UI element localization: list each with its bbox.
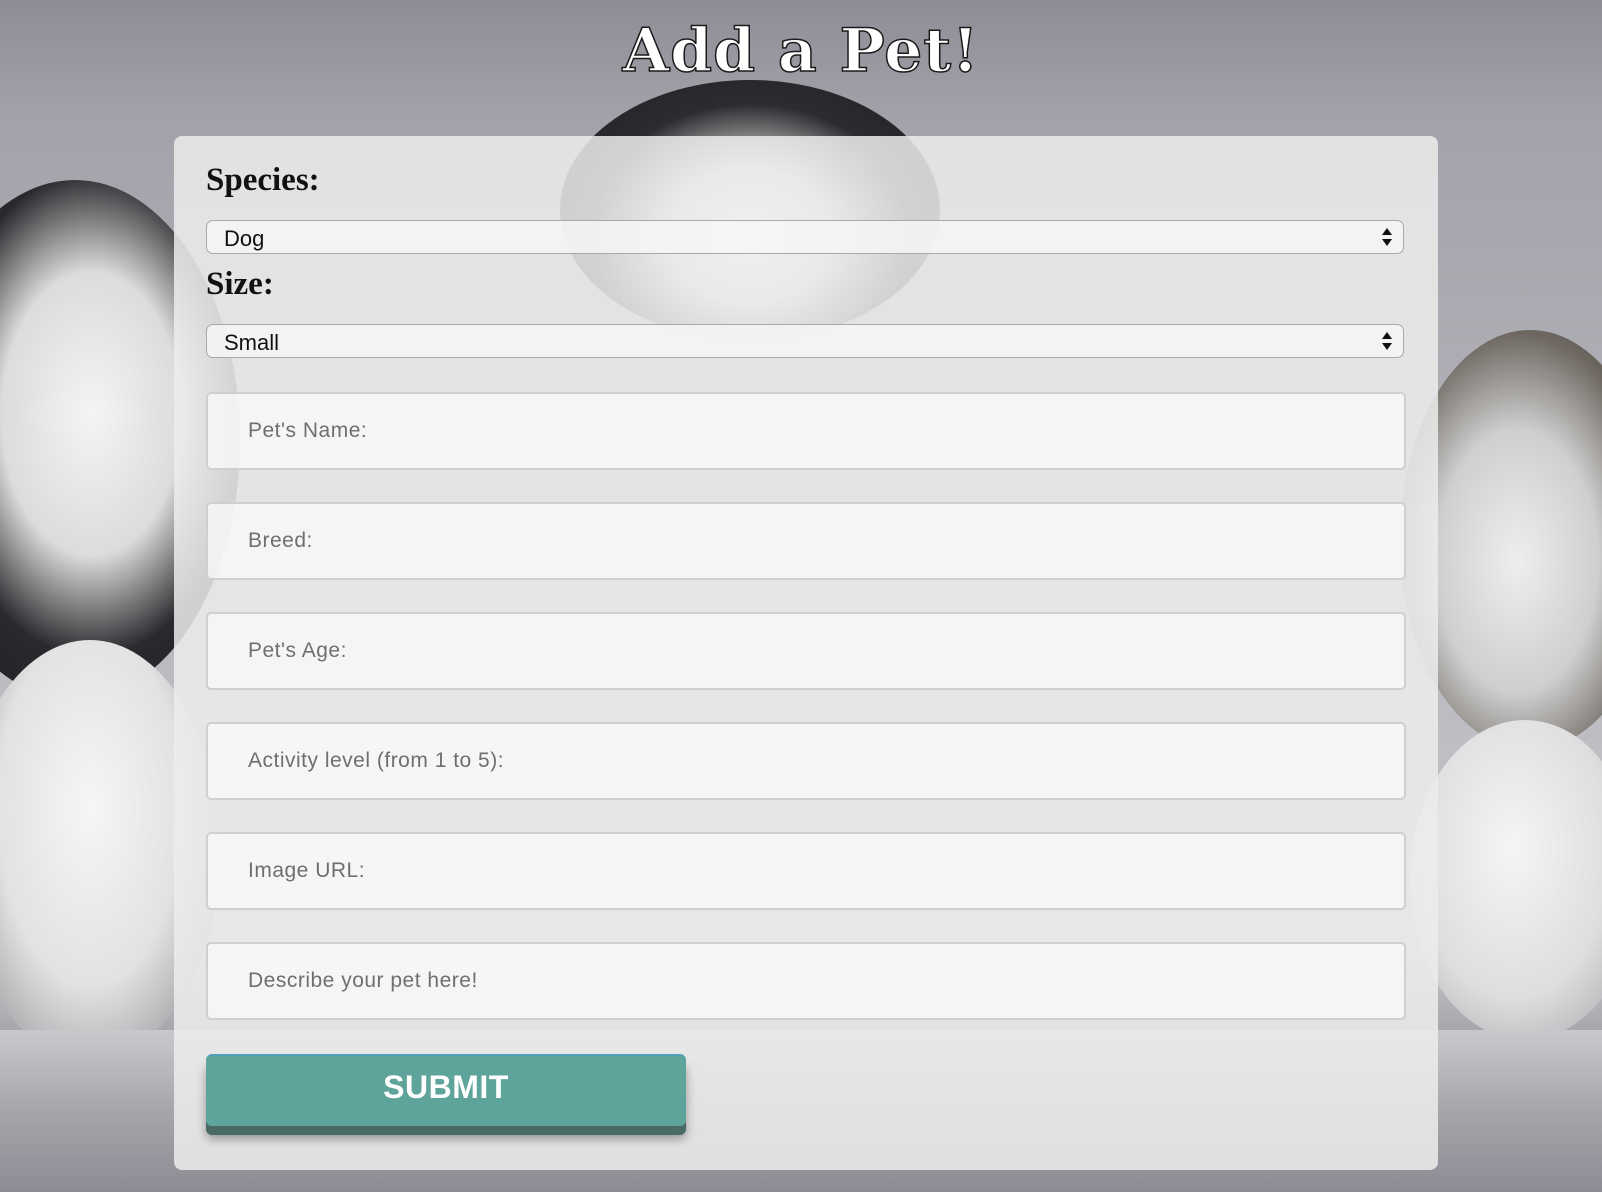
breed-input[interactable]	[206, 502, 1406, 580]
pet-name-input[interactable]	[206, 392, 1406, 470]
size-select[interactable]: Small	[206, 324, 1404, 358]
image-url-input[interactable]	[206, 832, 1406, 910]
pet-age-input[interactable]	[206, 612, 1406, 690]
updown-chevron-icon	[1382, 332, 1392, 350]
species-select[interactable]: Dog	[206, 220, 1404, 254]
size-label: Size:	[206, 266, 274, 302]
page-title: Add a Pet!	[622, 16, 980, 86]
activity-level-input[interactable]	[206, 722, 1406, 800]
species-selected-value: Dog	[224, 226, 265, 251]
species-label: Species:	[206, 162, 320, 198]
size-selected-value: Small	[224, 330, 280, 355]
add-pet-form: Species: Dog Size: Small SUBMIT	[174, 136, 1438, 1170]
updown-chevron-icon	[1382, 228, 1392, 246]
description-input[interactable]	[206, 942, 1406, 1020]
submit-button[interactable]: SUBMIT	[206, 1054, 686, 1126]
